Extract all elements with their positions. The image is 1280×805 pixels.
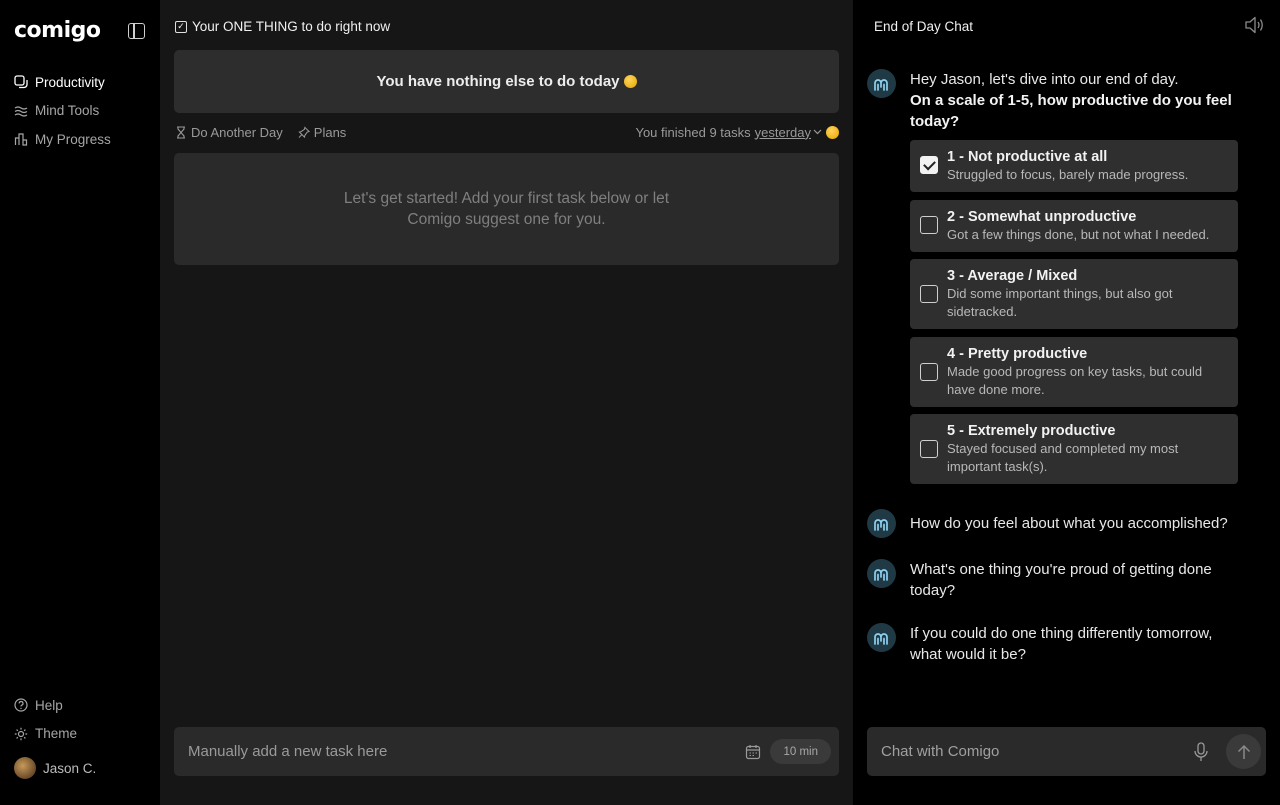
intro-greeting: Hey Jason, let's dive into our end of da… [910, 71, 1179, 88]
chat-input-bar [867, 727, 1266, 776]
sidebar-nav: Productivity Mind Tools My Progress [14, 68, 111, 154]
comigo-logo[interactable]: comigo [14, 18, 101, 43]
task-list-empty-state: Let's get started! Add your first task b… [174, 153, 839, 265]
chat-input[interactable] [881, 743, 1193, 760]
progress-chart-icon [14, 132, 28, 146]
chat-message-text: How do you feel about what you accomplis… [910, 515, 1228, 532]
calendar-icon[interactable] [745, 744, 761, 760]
comigo-bot-avatar-icon [867, 69, 896, 98]
one-thing-label: Your ONE THING to do right now [192, 19, 391, 34]
option-description: Got a few things done, but not what I ne… [947, 226, 1210, 242]
user-name: Jason C. [43, 760, 97, 776]
productivity-rating-options: 1 - Not productive at all Struggled to f… [910, 140, 1238, 492]
help-link[interactable]: Help [14, 691, 96, 720]
one-thing-banner: You have nothing else to do today [174, 50, 839, 113]
new-task-bar: 10 min [174, 727, 839, 776]
option-title: 5 - Extremely productive [947, 423, 1116, 439]
task-toolbar: Do Another Day Plans You finished 9 task… [175, 121, 839, 143]
option-description: Struggled to focus, barely made progress… [947, 167, 1189, 182]
option-description: Stayed focused and completed my most imp… [947, 441, 1179, 474]
chat-message-text: What's one thing you're proud of getting… [910, 561, 1212, 599]
chevron-down-icon[interactable] [813, 129, 822, 135]
finished-text: You finished 9 tasks [635, 124, 751, 140]
sidebar-bottom: Help Theme Jason C. [14, 691, 96, 786]
option-title: 1 - Not productive at all [947, 149, 1108, 165]
finished-period-dropdown[interactable]: yesterday [755, 125, 811, 140]
chat-message: Hey Jason, let's dive into our end of da… [867, 69, 1240, 132]
send-arrow-icon[interactable] [1226, 734, 1261, 769]
intro-question: On a scale of 1-5, how productive do you… [910, 92, 1232, 130]
plans-label: Plans [313, 124, 347, 140]
comigo-bot-avatar-icon [867, 623, 896, 652]
chat-message-text: Hey Jason, let's dive into our end of da… [910, 69, 1240, 132]
sidebar-item-my-progress[interactable]: My Progress [14, 125, 111, 154]
checkbox[interactable] [920, 362, 938, 381]
chat-panel: End of Day Chat Hey Jason, let's dive in… [853, 0, 1280, 805]
mind-tools-icon [14, 104, 28, 118]
do-another-day-label: Do Another Day [191, 124, 283, 140]
one-thing-header: ✓ Your ONE THING to do right now [175, 19, 390, 34]
sidebar-item-label: Mind Tools [35, 103, 100, 119]
chat-message-text: If you could do one thing differently to… [910, 625, 1213, 663]
sidebar-item-mind-tools[interactable]: Mind Tools [14, 97, 111, 126]
comigo-bot-avatar-icon [867, 559, 896, 588]
rating-option-3[interactable]: 3 - Average / Mixed Did some important t… [910, 259, 1238, 329]
help-label: Help [35, 697, 63, 713]
sidebar-toggle-icon[interactable] [128, 23, 145, 39]
option-title: 2 - Somewhat unproductive [947, 208, 1137, 225]
new-task-input[interactable] [188, 743, 746, 760]
smiling-face-icon [826, 125, 839, 139]
rating-option-2[interactable]: 2 - Somewhat unproductive Got a few thin… [910, 199, 1238, 252]
microphone-icon[interactable] [1193, 741, 1209, 762]
checkbox[interactable] [920, 285, 938, 303]
pin-icon [298, 125, 310, 139]
rating-option-4[interactable]: 4 - Pretty productive Made good progress… [910, 336, 1238, 407]
option-description: Made good progress on key tasks, but cou… [947, 363, 1203, 397]
main-panel: ✓ Your ONE THING to do right now You hav… [160, 0, 853, 805]
do-another-day-button[interactable]: Do Another Day [175, 125, 283, 140]
checkbox[interactable] [920, 156, 938, 174]
finished-summary: You finished 9 tasks yesterday [635, 125, 839, 140]
relieved-face-icon [623, 75, 637, 88]
checkbox[interactable] [920, 215, 938, 234]
option-title: 4 - Pretty productive [947, 345, 1088, 362]
theme-label: Theme [35, 726, 78, 742]
option-title: 3 - Average / Mixed [947, 268, 1078, 284]
checkbox[interactable] [920, 440, 938, 458]
user-profile[interactable]: Jason C. [14, 750, 96, 786]
comigo-bot-avatar-icon [867, 509, 896, 538]
chat-message: If you could do one thing differently to… [867, 623, 1240, 665]
rating-option-1[interactable]: 1 - Not productive at all Struggled to f… [910, 140, 1238, 192]
checkbox-icon: ✓ [175, 20, 187, 33]
avatar [14, 757, 36, 779]
sidebar-item-label: Productivity [35, 74, 105, 90]
sidebar-item-label: My Progress [35, 131, 111, 147]
duration-selector[interactable]: 10 min [770, 739, 831, 764]
plans-button[interactable]: Plans [298, 124, 347, 140]
hourglass-icon [175, 125, 187, 139]
chat-message: What's one thing you're proud of getting… [867, 559, 1240, 601]
speaker-icon[interactable] [1244, 15, 1266, 35]
banner-text: You have nothing else to do today [376, 73, 620, 90]
productivity-icon [14, 75, 28, 89]
chat-title: End of Day Chat [874, 19, 974, 34]
sidebar: comigo Productivity Mind Tools My Progre… [0, 0, 160, 805]
help-icon [14, 698, 28, 712]
sidebar-item-productivity[interactable]: Productivity [14, 68, 111, 97]
theme-toggle[interactable]: Theme [14, 720, 96, 749]
rating-option-5[interactable]: 5 - Extremely productive Stayed focused … [910, 414, 1238, 484]
option-description: Did some important things, but also got … [947, 286, 1173, 319]
sun-icon [14, 727, 28, 741]
empty-state-text: Let's get started! Add your first task b… [343, 190, 670, 228]
chat-message: How do you feel about what you accomplis… [867, 509, 1240, 538]
